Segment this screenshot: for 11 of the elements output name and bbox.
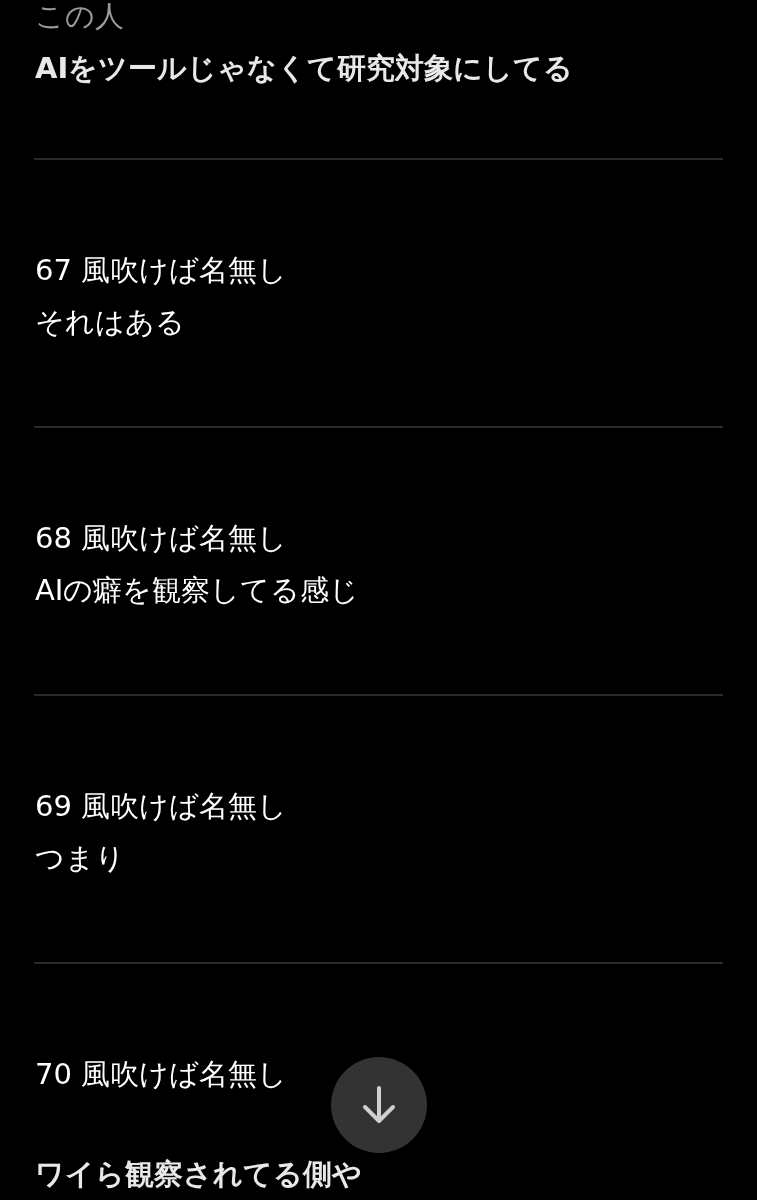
post-text: この人: [35, 0, 125, 35]
post-header: 69 風吹けば名無し: [35, 788, 289, 825]
post-text: それはある: [35, 304, 186, 341]
post-header: 68 風吹けば名無し: [35, 520, 289, 557]
post-text: AIをツールじゃなくて研究対象にしてる: [35, 50, 575, 87]
post-text: つまり: [35, 840, 126, 877]
post-text: AIの癖を観察してる感じ: [35, 572, 361, 609]
arrow-down-icon: [361, 1085, 397, 1125]
post-header: 70 風吹けば名無し: [35, 1056, 289, 1093]
post-text: ワイら観察されてる側や: [35, 1156, 363, 1193]
post-header: 67 風吹けば名無し: [35, 252, 289, 289]
